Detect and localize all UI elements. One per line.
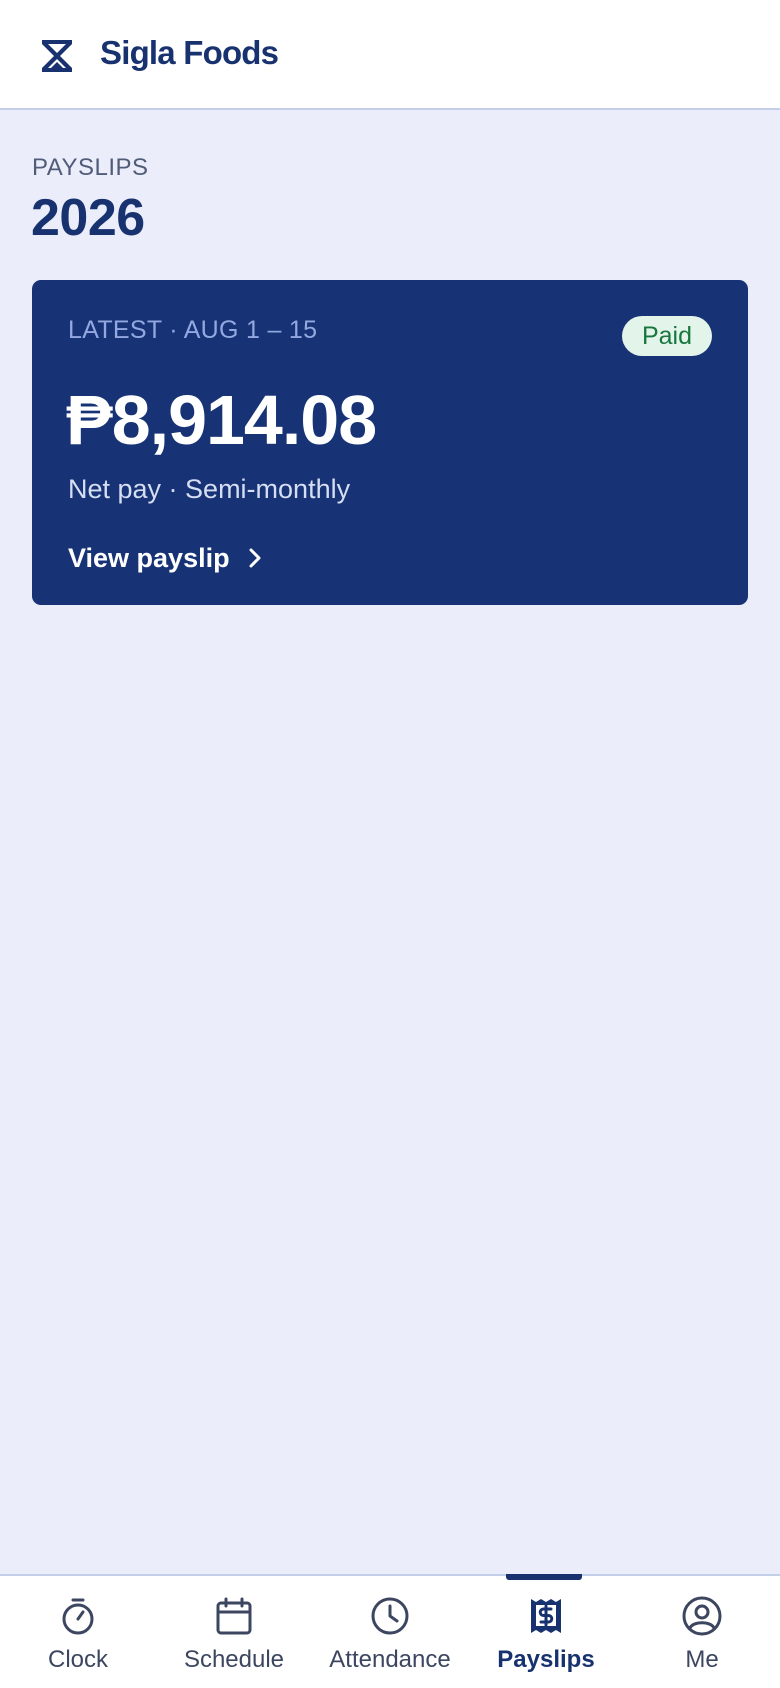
stopwatch-icon	[62, 1598, 94, 1635]
app-header: Sigla Foods	[0, 0, 780, 110]
pay-description: Net pay · Semi-monthly	[68, 474, 351, 504]
view-payslip-link[interactable]: View payslip	[68, 538, 266, 578]
brand-name: Sigla Foods	[100, 34, 279, 71]
latest-payslip-card[interactable]: LATEST · AUG 1 – 15 Paid ₱8,914.08 Net p…	[32, 280, 748, 605]
tab-schedule[interactable]: Schedule	[156, 1576, 312, 1688]
tab-label-payslips: Payslips	[497, 1646, 595, 1673]
pay-period-label: LATEST · AUG 1 – 15	[68, 316, 318, 344]
active-tab-indicator	[506, 1574, 582, 1580]
status-badge: Paid	[621, 316, 712, 356]
tab-payslips[interactable]: Payslips	[468, 1574, 624, 1688]
section-label: PAYSLIPS	[32, 154, 149, 181]
tab-clock[interactable]: Clock	[0, 1576, 156, 1688]
bottom-tab-bar: Clock Schedule Attendance Payslips Me	[0, 1574, 780, 1688]
tab-label-me: Me	[685, 1646, 719, 1673]
page-title-year: 2026	[31, 189, 145, 247]
view-payslip-label: View payslip	[68, 542, 230, 573]
hourglass-logo-icon	[42, 40, 72, 72]
calendar-icon	[216, 1597, 252, 1635]
tab-label-clock: Clock	[47, 1646, 108, 1673]
tab-label-schedule: Schedule	[183, 1646, 285, 1673]
chevron-right-icon	[249, 548, 261, 568]
user-circle-icon	[682, 1596, 722, 1636]
tab-label-attendance: Attendance	[329, 1646, 451, 1673]
clock-icon	[371, 1597, 409, 1635]
receipt-dollar-icon	[531, 1599, 561, 1633]
tab-me[interactable]: Me	[624, 1576, 780, 1688]
net-pay-amount: ₱8,914.08	[66, 381, 377, 459]
tab-attendance[interactable]: Attendance	[312, 1576, 468, 1688]
